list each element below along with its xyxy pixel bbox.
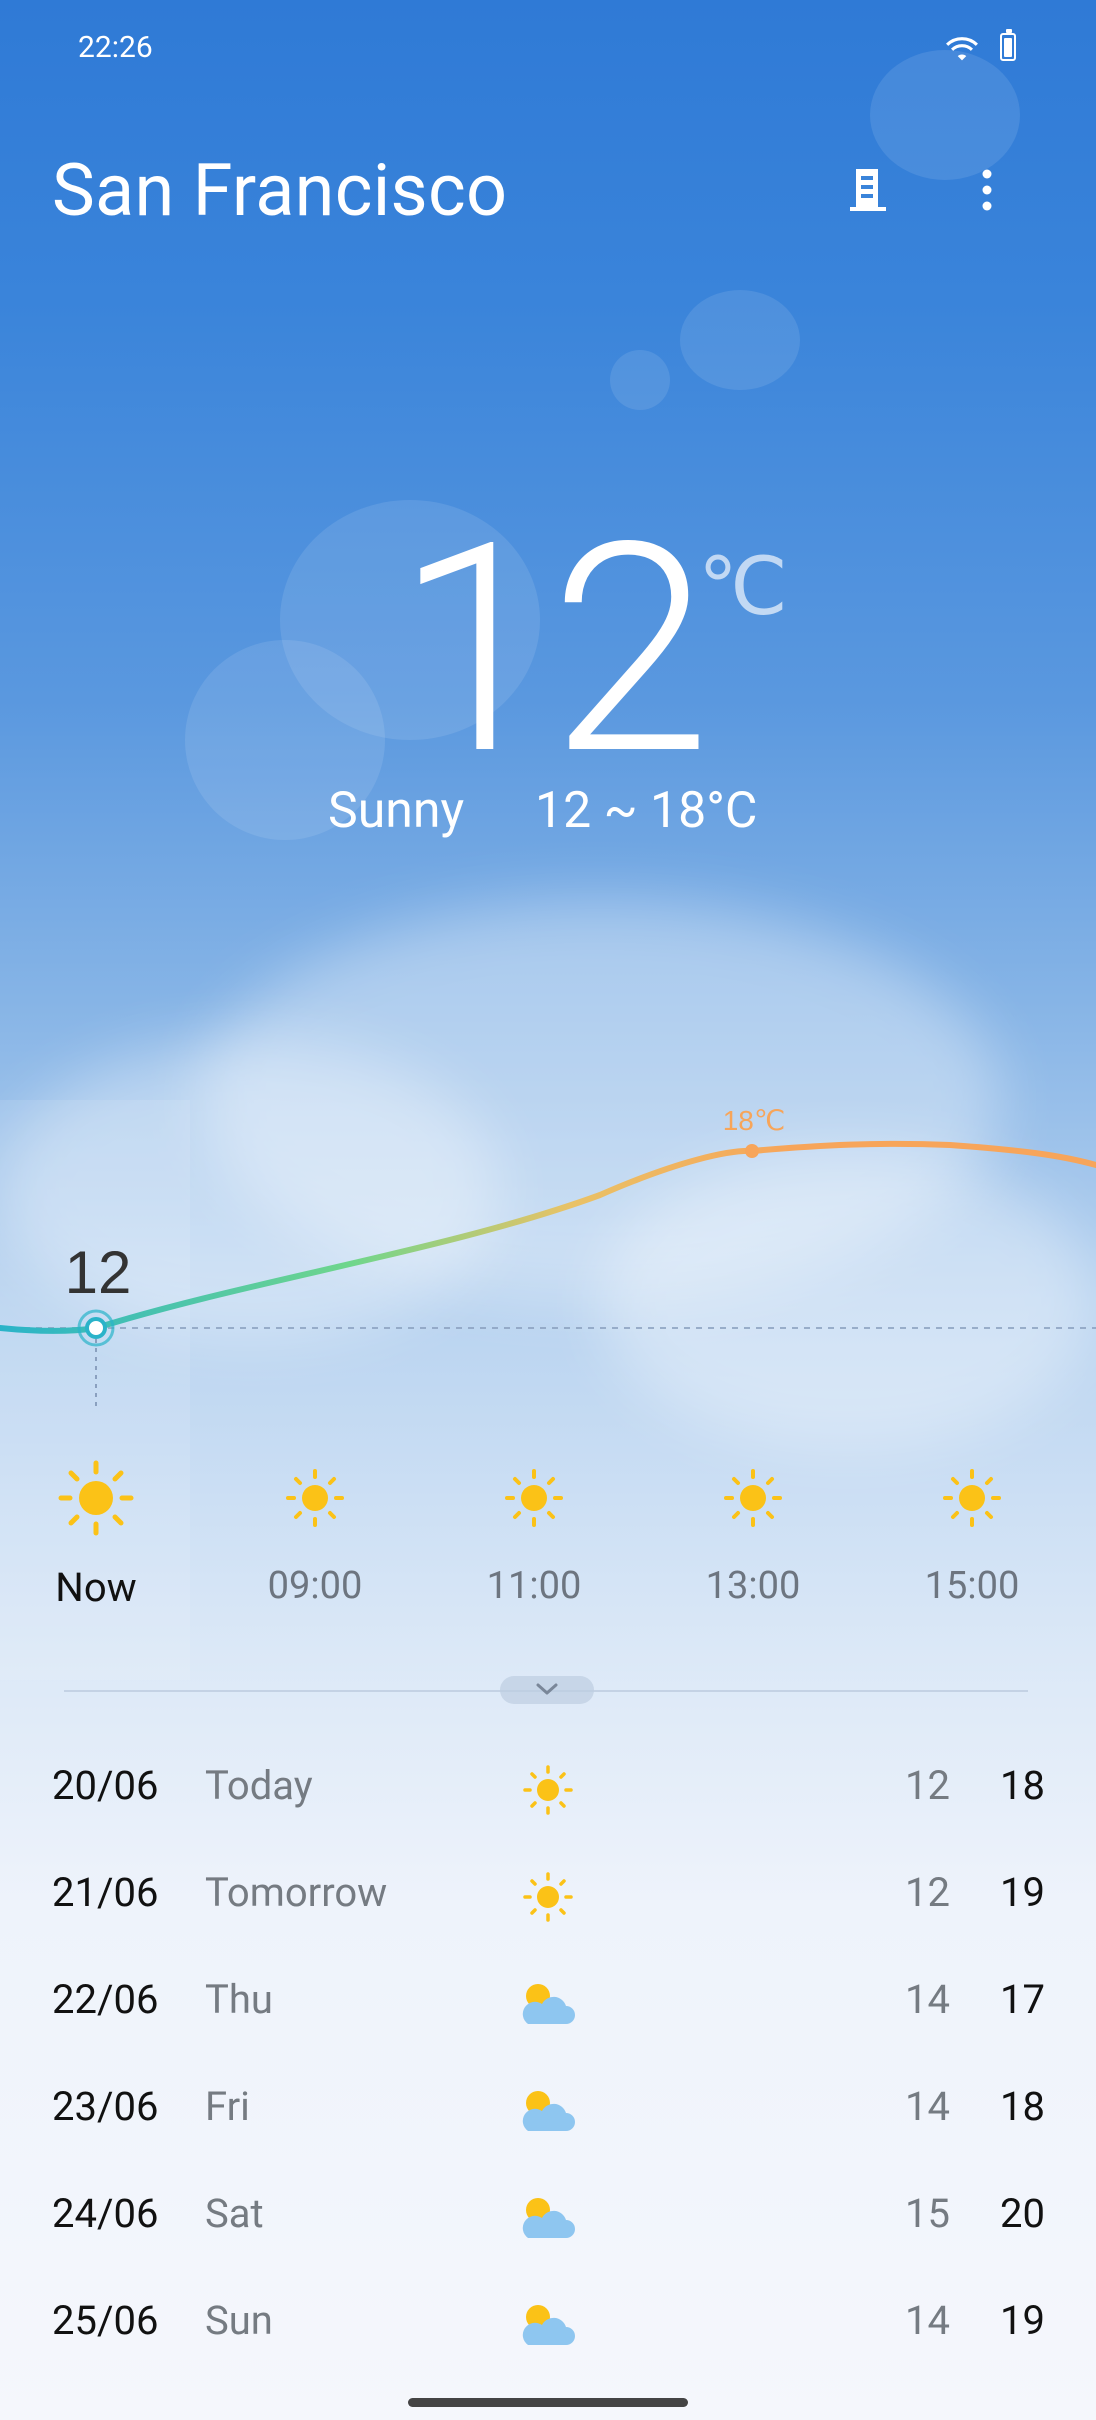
expand-handle[interactable] — [500, 1676, 594, 1704]
daily-high: 19 — [1000, 2297, 1045, 2344]
lens-flare — [610, 350, 670, 410]
daily-row[interactable]: 20/06 Today 12 18 — [0, 1740, 1096, 1847]
hour-label: 11:00 — [486, 1564, 582, 1608]
status-bar: 22:26 — [0, 0, 1096, 100]
city-title: San Francisco — [52, 148, 508, 233]
partly-cloudy-icon — [522, 2305, 575, 2345]
daily-high: 20 — [1000, 2190, 1045, 2237]
sun-icon — [523, 1765, 573, 1815]
peak-point — [745, 1144, 759, 1158]
daily-high: 17 — [1000, 1976, 1045, 2023]
daily-high: 18 — [1000, 1762, 1045, 1809]
city-list-icon[interactable] — [848, 165, 888, 215]
daily-date: 22/06 — [52, 1976, 159, 2023]
daily-row[interactable]: 22/06 Thu 14 17 — [0, 1954, 1096, 2061]
hour-label: Now — [55, 1564, 137, 1611]
daily-high: 19 — [1000, 1869, 1045, 1916]
daily-row[interactable]: 24/06 Sat 15 20 — [0, 2168, 1096, 2275]
hour-item[interactable]: 11:00 — [434, 1460, 634, 1608]
sun-icon — [523, 1872, 573, 1922]
daily-date: 21/06 — [52, 1869, 159, 1916]
hour-item[interactable]: 13:00 — [653, 1460, 853, 1608]
daily-row[interactable]: 23/06 Fri 14 18 — [0, 2061, 1096, 2168]
chevron-down-icon — [536, 1683, 558, 1695]
daily-low: 15 — [905, 2190, 950, 2237]
hour-label: 15:00 — [924, 1564, 1020, 1608]
partly-cloudy-icon — [522, 2198, 575, 2238]
daily-date: 23/06 — [52, 2083, 159, 2130]
wifi-icon — [946, 37, 978, 61]
hour-label: 09:00 — [267, 1564, 363, 1608]
partly-cloudy-icon — [522, 2091, 575, 2131]
daily-low: 14 — [905, 1976, 950, 2023]
daily-low: 14 — [905, 2083, 950, 2130]
daily-date: 24/06 — [52, 2190, 159, 2237]
daily-date: 20/06 — [52, 1762, 159, 1809]
daily-day: Sat — [205, 2190, 264, 2237]
hour-item[interactable]: Now — [0, 1460, 196, 1611]
sun-icon — [505, 1469, 563, 1527]
sun-icon — [943, 1469, 1001, 1527]
hourly-temperature-chart: 12 18℃ — [0, 1105, 1096, 1410]
daily-day: Tomorrow — [205, 1869, 388, 1916]
current-temperature: 12 — [395, 480, 711, 820]
sun-icon — [724, 1469, 782, 1527]
daily-row[interactable]: 25/06 Sun 14 19 — [0, 2275, 1096, 2382]
peak-label: 18℃ — [723, 1105, 786, 1136]
daily-low: 12 — [905, 1869, 950, 1916]
hour-item[interactable]: 15:00 — [872, 1460, 1072, 1608]
daily-day: Sun — [205, 2297, 273, 2344]
daily-day: Today — [205, 1762, 313, 1809]
daily-low: 12 — [905, 1762, 950, 1809]
daily-date: 25/06 — [52, 2297, 159, 2344]
gesture-navigation-bar[interactable] — [408, 2398, 688, 2407]
temperature-curve — [0, 1140, 1096, 1334]
battery-icon — [1000, 29, 1016, 61]
temperature-range: 12 ~ 18°C — [535, 782, 758, 840]
lens-flare — [680, 290, 800, 390]
daily-day: Thu — [205, 1976, 273, 2023]
sun-icon — [286, 1469, 344, 1527]
now-value-label: 12 — [65, 1239, 132, 1306]
temperature-unit: ℃ — [698, 540, 788, 634]
daily-low: 14 — [905, 2297, 950, 2344]
daily-row[interactable]: 21/06 Tomorrow 12 19 — [0, 1847, 1096, 1954]
hourly-forecast-row: Now 09:00 11:00 13:00 15:00 — [0, 1460, 1096, 1640]
more-options-icon[interactable] — [975, 165, 999, 215]
partly-cloudy-icon — [522, 1984, 575, 2024]
daily-day: Fri — [205, 2083, 250, 2130]
now-point-inner — [85, 1317, 107, 1339]
weather-condition: Sunny — [328, 782, 465, 840]
hour-label: 13:00 — [705, 1564, 801, 1608]
status-time: 22:26 — [78, 30, 153, 65]
sun-icon — [58, 1460, 134, 1536]
hour-item[interactable]: 09:00 — [215, 1460, 415, 1608]
daily-high: 18 — [1000, 2083, 1045, 2130]
